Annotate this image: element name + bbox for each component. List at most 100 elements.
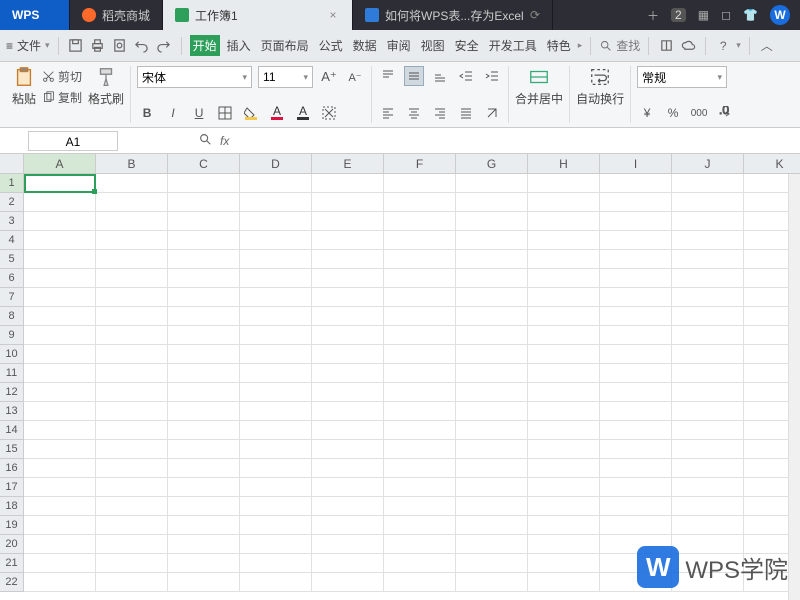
name-box[interactable]: A1 bbox=[28, 131, 118, 151]
cell[interactable] bbox=[240, 269, 312, 288]
highlight-button[interactable]: A bbox=[293, 103, 313, 123]
row-header[interactable]: 8 bbox=[0, 307, 24, 326]
cell[interactable] bbox=[528, 402, 600, 421]
cell[interactable] bbox=[96, 421, 168, 440]
cell[interactable] bbox=[528, 459, 600, 478]
menu-icon[interactable]: ≡ bbox=[6, 39, 13, 53]
cell[interactable] bbox=[600, 459, 672, 478]
cell[interactable] bbox=[24, 516, 96, 535]
cell[interactable] bbox=[96, 440, 168, 459]
cell[interactable] bbox=[312, 440, 384, 459]
justify-icon[interactable] bbox=[456, 103, 476, 123]
cell[interactable] bbox=[240, 250, 312, 269]
cloud-icon[interactable] bbox=[679, 37, 697, 55]
tab-security[interactable]: 安全 bbox=[452, 37, 482, 54]
tab-page-layout[interactable]: 页面布局 bbox=[258, 37, 312, 54]
cell[interactable] bbox=[672, 402, 744, 421]
cell[interactable] bbox=[672, 497, 744, 516]
print-icon[interactable] bbox=[89, 37, 107, 55]
row-header[interactable]: 5 bbox=[0, 250, 24, 269]
cell[interactable] bbox=[456, 516, 528, 535]
cell[interactable] bbox=[600, 174, 672, 193]
cell[interactable] bbox=[384, 193, 456, 212]
cell[interactable] bbox=[96, 193, 168, 212]
tab-formula[interactable]: 公式 bbox=[316, 37, 346, 54]
cell[interactable] bbox=[600, 345, 672, 364]
cell[interactable] bbox=[312, 212, 384, 231]
cell[interactable] bbox=[96, 307, 168, 326]
cell[interactable] bbox=[96, 554, 168, 573]
comma-icon[interactable]: 000 bbox=[689, 103, 709, 123]
tab-data[interactable]: 数据 bbox=[350, 37, 380, 54]
cell[interactable] bbox=[528, 535, 600, 554]
row-header[interactable]: 20 bbox=[0, 535, 24, 554]
cell[interactable] bbox=[168, 421, 240, 440]
tab-insert[interactable]: 插入 bbox=[224, 37, 254, 54]
column-header[interactable]: F bbox=[384, 154, 456, 174]
cell[interactable] bbox=[456, 345, 528, 364]
decrease-font-icon[interactable]: A⁻ bbox=[345, 67, 365, 87]
cell[interactable] bbox=[312, 554, 384, 573]
cell[interactable] bbox=[672, 383, 744, 402]
cell[interactable] bbox=[600, 231, 672, 250]
cell[interactable] bbox=[240, 554, 312, 573]
undo-icon[interactable] bbox=[133, 37, 151, 55]
cell[interactable] bbox=[24, 326, 96, 345]
row-header[interactable]: 11 bbox=[0, 364, 24, 383]
row-header[interactable]: 14 bbox=[0, 421, 24, 440]
cell[interactable] bbox=[672, 421, 744, 440]
tab-view[interactable]: 视图 bbox=[418, 37, 448, 54]
cell[interactable] bbox=[456, 288, 528, 307]
tab-workbook-active[interactable]: 工作簿1 × bbox=[163, 0, 353, 30]
cell[interactable] bbox=[456, 193, 528, 212]
fill-color-button[interactable] bbox=[241, 103, 261, 123]
cell[interactable] bbox=[24, 212, 96, 231]
cell[interactable] bbox=[312, 535, 384, 554]
row-header[interactable]: 12 bbox=[0, 383, 24, 402]
cell[interactable] bbox=[24, 497, 96, 516]
cell[interactable] bbox=[312, 193, 384, 212]
cell[interactable] bbox=[168, 440, 240, 459]
cell[interactable] bbox=[96, 478, 168, 497]
cell[interactable] bbox=[384, 535, 456, 554]
align-top-icon[interactable] bbox=[378, 66, 398, 86]
cell[interactable] bbox=[600, 497, 672, 516]
cell[interactable] bbox=[312, 421, 384, 440]
cell[interactable] bbox=[24, 193, 96, 212]
format-painter-button[interactable]: 格式刷 bbox=[88, 66, 124, 107]
cell[interactable] bbox=[96, 364, 168, 383]
cell[interactable] bbox=[240, 516, 312, 535]
paste-button[interactable]: 粘贴 bbox=[12, 66, 36, 107]
cell[interactable] bbox=[24, 288, 96, 307]
cell[interactable] bbox=[528, 383, 600, 402]
cell[interactable] bbox=[528, 497, 600, 516]
cell[interactable] bbox=[456, 231, 528, 250]
cell[interactable] bbox=[456, 459, 528, 478]
cell[interactable] bbox=[168, 402, 240, 421]
cell[interactable] bbox=[168, 231, 240, 250]
cell[interactable] bbox=[24, 478, 96, 497]
cell[interactable] bbox=[312, 516, 384, 535]
column-header[interactable]: C bbox=[168, 154, 240, 174]
cell[interactable] bbox=[240, 421, 312, 440]
cell[interactable] bbox=[456, 573, 528, 592]
redo-icon[interactable] bbox=[155, 37, 173, 55]
cell[interactable] bbox=[456, 307, 528, 326]
cell[interactable] bbox=[384, 307, 456, 326]
cell[interactable] bbox=[96, 383, 168, 402]
cell[interactable] bbox=[672, 307, 744, 326]
cell[interactable] bbox=[168, 288, 240, 307]
cell[interactable] bbox=[240, 345, 312, 364]
cell[interactable] bbox=[528, 421, 600, 440]
cell[interactable] bbox=[528, 269, 600, 288]
tab-home[interactable]: 开始 bbox=[190, 35, 220, 56]
row-header[interactable]: 13 bbox=[0, 402, 24, 421]
cell[interactable] bbox=[672, 478, 744, 497]
cell[interactable] bbox=[600, 212, 672, 231]
cell[interactable] bbox=[240, 497, 312, 516]
column-header[interactable]: I bbox=[600, 154, 672, 174]
align-middle-icon[interactable] bbox=[404, 66, 424, 86]
column-header[interactable]: E bbox=[312, 154, 384, 174]
cell[interactable] bbox=[240, 231, 312, 250]
currency-icon[interactable]: ¥ bbox=[637, 103, 657, 123]
